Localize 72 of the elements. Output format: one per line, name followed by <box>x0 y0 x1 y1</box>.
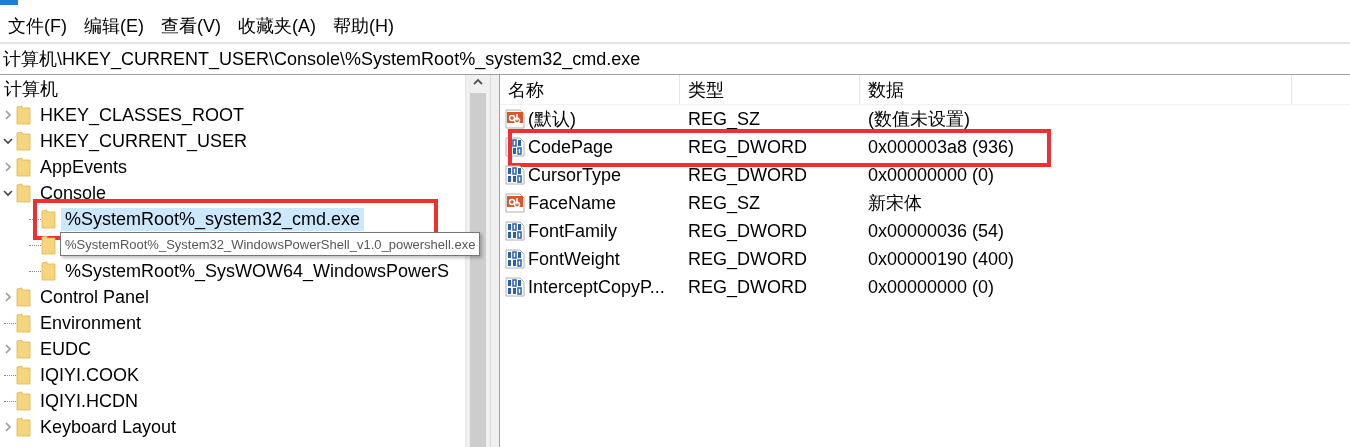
tree-item[interactable]: Keyboard Layout <box>36 415 181 439</box>
chevron-down-icon[interactable] <box>2 135 14 147</box>
pane-splitter[interactable] <box>490 75 500 447</box>
folder-icon <box>16 313 32 333</box>
value-data: 0x00000000 (0) <box>868 164 995 186</box>
folder-icon <box>16 287 32 307</box>
folder-icon <box>16 131 32 151</box>
value-name[interactable]: InterceptCopyP... <box>528 276 665 298</box>
tree-root[interactable]: 计算机 <box>4 76 58 101</box>
menu-item[interactable]: 收藏夹(A) <box>238 14 316 38</box>
folder-icon <box>41 261 57 281</box>
folder-icon <box>16 417 32 437</box>
value-type: REG_DWORD <box>688 164 807 186</box>
value-name[interactable]: (默认) <box>528 107 576 131</box>
folder-icon <box>41 209 57 229</box>
chevron-down-icon[interactable] <box>2 187 14 199</box>
folder-icon <box>16 365 32 385</box>
chevron-right-icon[interactable] <box>2 421 14 433</box>
value-type: REG_DWORD <box>688 136 807 158</box>
value-data: 0x00000000 (0) <box>868 276 995 298</box>
tree-item[interactable]: IQIYI.HCDN <box>36 389 142 413</box>
value-type: REG_DWORD <box>688 220 807 242</box>
tree-item[interactable]: Control Panel <box>36 285 154 309</box>
value-name[interactable]: FaceName <box>528 192 617 214</box>
menu-item[interactable]: 帮助(H) <box>333 14 394 38</box>
binary-value-icon <box>504 220 526 242</box>
folder-icon <box>16 157 32 177</box>
tree-item[interactable]: %SystemRoot%_system32_cmd.exe <box>61 207 365 231</box>
chevron-right-icon[interactable] <box>2 343 14 355</box>
tree-item[interactable]: IQIYI.COOK <box>36 363 144 387</box>
menu-item[interactable]: 查看(V) <box>161 14 221 38</box>
value-type: REG_SZ <box>688 108 761 130</box>
tree-item[interactable]: AppEvents <box>36 155 132 179</box>
column-header[interactable]: 名称 <box>500 75 680 104</box>
menu-item[interactable]: 文件(F) <box>8 14 67 38</box>
value-data: 0x00000036 (54) <box>868 220 1005 242</box>
chevron-right-icon[interactable] <box>2 291 14 303</box>
value-data: (数值未设置) <box>868 108 970 131</box>
binary-value-icon <box>504 276 526 298</box>
tooltip: %SystemRoot%_System32_WindowsPowerShell_v1.0_powershell.exe <box>60 232 481 256</box>
binary-value-icon <box>504 164 526 186</box>
tree-item[interactable]: Console <box>36 181 111 205</box>
value-type: REG_DWORD <box>688 276 807 298</box>
value-name[interactable]: CodePage <box>528 136 614 158</box>
value-data: 新宋体 <box>868 192 922 215</box>
value-name[interactable]: CursorType <box>528 164 622 186</box>
tree-item[interactable]: HKEY_CURRENT_USER <box>36 129 252 153</box>
string-value-icon <box>504 192 526 214</box>
tree-item[interactable]: EUDC <box>36 337 95 361</box>
column-header[interactable]: 数据 <box>860 75 1292 104</box>
chevron-right-icon[interactable] <box>2 161 14 173</box>
binary-value-icon <box>504 248 526 270</box>
tree-item[interactable]: %SystemRoot%_SysWOW64_WindowsPowerS <box>61 259 454 283</box>
tree-item[interactable]: HKEY_CLASSES_ROOT <box>36 103 249 127</box>
value-type: REG_DWORD <box>688 248 807 270</box>
folder-icon <box>16 339 32 359</box>
chevron-right-icon[interactable] <box>2 109 14 121</box>
folder-icon <box>16 105 32 125</box>
value-type: REG_SZ <box>688 192 761 214</box>
column-header[interactable]: 类型 <box>680 75 860 104</box>
menu-item[interactable]: 编辑(E) <box>84 14 144 38</box>
value-name[interactable]: FontFamily <box>528 220 617 242</box>
address-bar[interactable]: 计算机\HKEY_CURRENT_USER\Console\%SystemRoot%_system32_cmd.exe <box>0 42 1350 75</box>
value-data: 0x000003a8 (936) <box>868 136 1015 158</box>
app-icon <box>0 0 18 5</box>
string-value-icon <box>504 108 526 130</box>
folder-icon <box>41 235 57 255</box>
tree-item[interactable]: Environment <box>36 311 146 335</box>
folder-icon <box>16 183 32 203</box>
value-data: 0x00000190 (400) <box>868 248 1015 270</box>
value-name[interactable]: FontWeight <box>528 248 620 270</box>
folder-icon <box>16 391 32 411</box>
